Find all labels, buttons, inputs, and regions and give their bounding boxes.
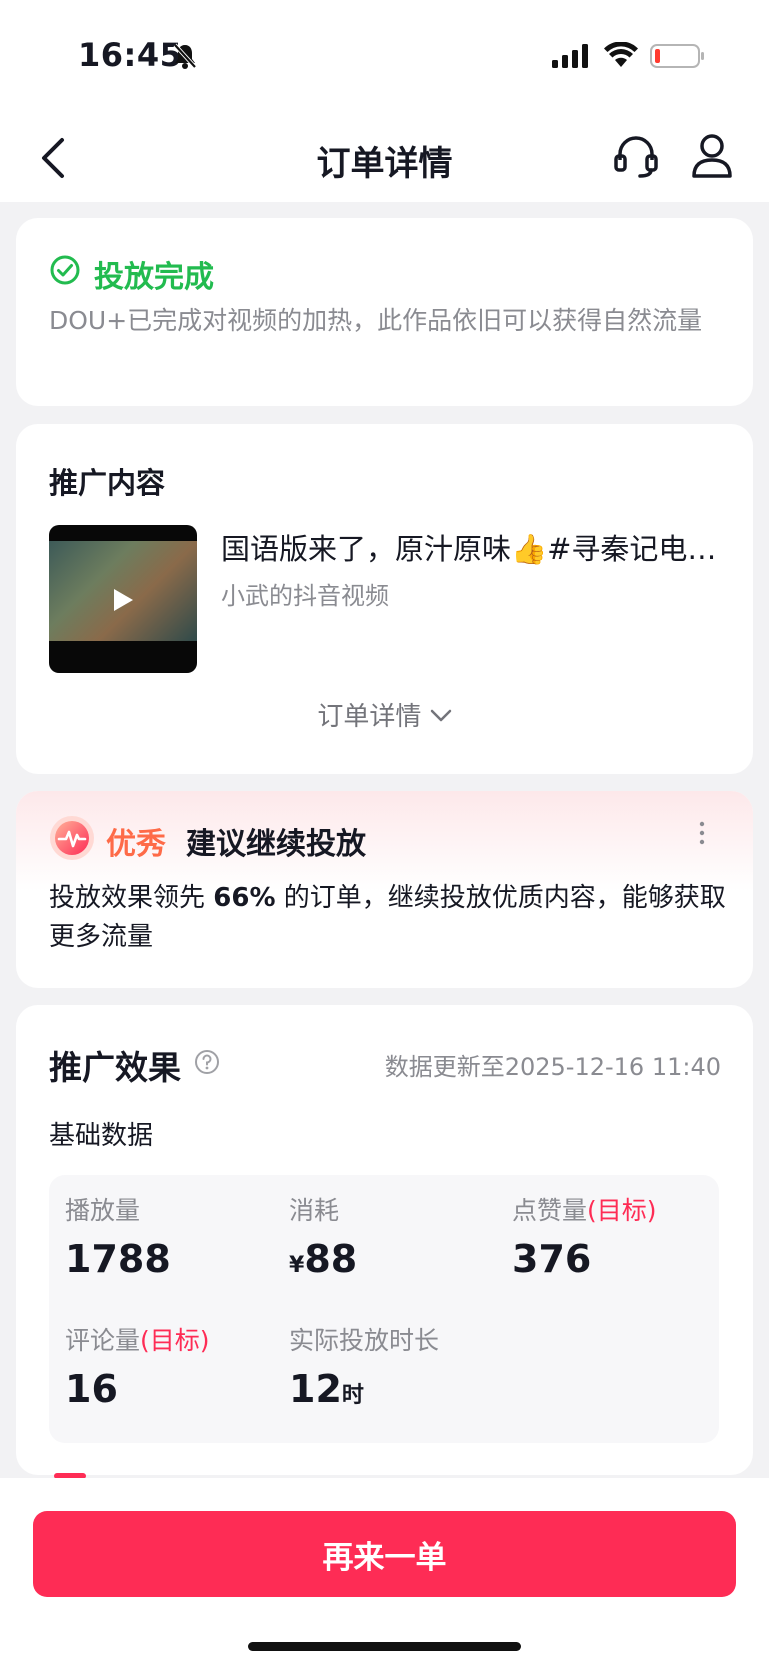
order-detail-label: 订单详情 (317, 702, 422, 732)
metric-label: 点赞量 (512, 1196, 588, 1225)
metric-likes: 点赞量(目标) 376 (512, 1191, 657, 1281)
status-title: 投放完成 (94, 260, 214, 295)
home-indicator[interactable] (248, 1642, 521, 1651)
target-tag: (目标) (587, 1196, 657, 1225)
status-card: 投放完成 DOU+已完成对视频的加热，此作品依旧可以获得自然流量 (16, 218, 753, 406)
chevron-down-icon (430, 700, 452, 730)
target-tag: (目标) (140, 1326, 210, 1355)
metric-spend: 消耗 ¥88 (289, 1191, 357, 1281)
effect-description: 投放效果领先 66% 的订单，继续投放优质内容，能够获取更多流量 (49, 879, 729, 957)
metric-value: 376 (512, 1237, 592, 1281)
user-profile-icon[interactable] (690, 132, 734, 184)
metric-value: 88 (304, 1237, 358, 1281)
play-icon (111, 587, 135, 617)
status-time: 16:45 (78, 36, 183, 74)
results-title: 推广效果 (49, 1048, 181, 1087)
headset-icon[interactable] (612, 132, 660, 184)
cellular-signal-icon (552, 44, 590, 72)
battery-icon (650, 44, 706, 72)
nav-bar: 订单详情 (0, 118, 769, 202)
pulse-icon (49, 815, 95, 865)
order-detail-toggle[interactable]: 订单详情 (16, 696, 753, 733)
bell-muted-icon (172, 42, 198, 74)
metrics-grid: 播放量 1788 消耗 ¥88 点赞量(目标) 376 评论量(目标) 16 实… (49, 1175, 719, 1443)
metric-unit: 时 (341, 1383, 364, 1408)
more-options-icon[interactable] (698, 821, 706, 849)
metric-value: 1788 (65, 1237, 171, 1281)
promotion-content-card: 推广内容 国语版来了，原汁原味👍#寻秦记电… 小武的抖音视频 订单详情 (16, 424, 753, 774)
effect-desc-prefix: 投放效果领先 (49, 883, 214, 913)
metric-value: 12 (289, 1367, 342, 1411)
metric-value: 16 (65, 1367, 118, 1411)
metric-duration: 实际投放时长 12时 (289, 1321, 439, 1411)
status-bar: 16:45 (0, 0, 769, 118)
section-title: 推广内容 (49, 466, 166, 500)
effect-rating-card: 优秀 建议继续投放 投放效果领先 66% 的订单，继续投放优质内容，能够获取更多… (16, 791, 753, 988)
check-circle-icon (49, 254, 81, 290)
metric-label: 消耗 (289, 1196, 340, 1225)
wifi-icon (604, 41, 638, 72)
help-question-icon[interactable] (194, 1049, 220, 1079)
promotion-results-card: 推广效果 数据更新至2025-12-16 11:40 基础数据 播放量 1788… (16, 1005, 753, 1475)
video-author: 小武的抖音视频 (221, 582, 389, 610)
basic-data-label: 基础数据 (49, 1121, 154, 1151)
video-thumbnail[interactable] (49, 525, 197, 673)
metric-value-wrap: 12时 (289, 1367, 439, 1411)
status-description: DOU+已完成对视频的加热，此作品依旧可以获得自然流量 (49, 306, 703, 335)
metric-value-wrap: ¥88 (289, 1237, 357, 1281)
rating-label: 优秀 (106, 827, 166, 862)
metric-label: 播放量 (65, 1196, 141, 1225)
metric-plays: 播放量 1788 (65, 1191, 171, 1281)
currency-symbol: ¥ (289, 1253, 305, 1278)
metric-label: 评论量 (65, 1326, 141, 1355)
video-title[interactable]: 国语版来了，原汁原味👍#寻秦记电… (221, 526, 721, 568)
metric-label: 实际投放时长 (289, 1326, 440, 1355)
metric-label-wrap: 评论量(目标) (65, 1321, 210, 1357)
metric-comments: 评论量(目标) 16 (65, 1321, 210, 1411)
data-update-time: 数据更新至2025-12-16 11:40 (384, 1053, 721, 1081)
effect-percent: 66% (213, 883, 276, 913)
suggestion-label: 建议继续投放 (186, 827, 366, 862)
metric-label-wrap: 点赞量(目标) (512, 1191, 657, 1227)
reorder-button[interactable]: 再来一单 (33, 1511, 736, 1597)
